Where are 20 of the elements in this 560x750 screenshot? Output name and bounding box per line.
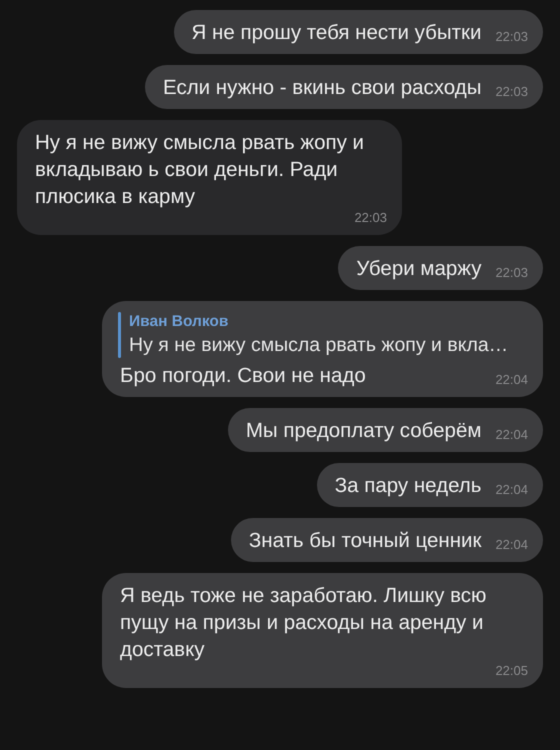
message-time: 22:03 (494, 265, 528, 281)
message-time: 22:04 (494, 427, 528, 443)
message-time: 22:04 (494, 372, 528, 388)
message-time: 22:04 (494, 482, 528, 498)
message-time: 22:03 (494, 84, 528, 100)
message-text: Если нужно - вкинь свои расходы (163, 75, 482, 101)
message-time: 22:05 (494, 663, 528, 679)
quoted-author: Иван Волков (129, 312, 230, 332)
message-time: 22:04 (494, 537, 528, 553)
message-time: 22:03 (353, 210, 387, 226)
message-text: Мы предоплату соберём (246, 418, 482, 444)
message-text: Я ведь тоже не заработаю. Лишку всю пущу на призы и расходы на аренду и доставку (120, 583, 488, 663)
message-text: За пару недель (334, 473, 482, 499)
message-text: Убери маржу (356, 256, 482, 282)
message-text: Ну я не вижу смысла рвать жопу и вкладываю ь свои деньги. Ради плюсика в карму (35, 130, 365, 210)
message-text: Бро погоди. Свои не надо (120, 363, 366, 389)
quoted-text: Ну я не вижу смысла рвать жопу и вкла… (129, 333, 508, 358)
message-time: 22:03 (494, 29, 528, 45)
message-text: Я не прошу тебя нести убытки (192, 20, 482, 46)
message-text: Знать бы точный ценник (248, 528, 482, 554)
